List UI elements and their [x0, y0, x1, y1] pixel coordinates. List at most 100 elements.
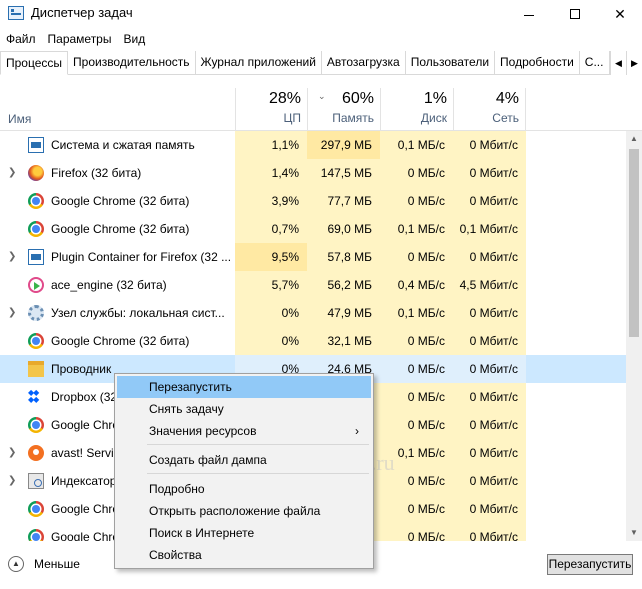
- network-cell: 0 Мбит/с: [453, 159, 526, 187]
- cpu-total: 28%: [268, 90, 301, 107]
- memory-cell: 69,0 МБ: [307, 215, 380, 243]
- ctx-create-dump[interactable]: Создать файл дампа: [117, 449, 371, 471]
- chevron-left-icon: ◀: [615, 57, 622, 68]
- table-row[interactable]: Google Chrome (32 бита) 3,9% 77,7 МБ 0 М…: [0, 187, 626, 215]
- network-cell: 0 Мбит/с: [453, 495, 526, 523]
- tab-services[interactable]: С...: [580, 51, 610, 75]
- ctx-resource-values[interactable]: Значения ресурсов ›: [117, 420, 371, 442]
- tab-app-history[interactable]: Журнал приложений: [196, 51, 322, 75]
- minimize-icon: [524, 14, 534, 16]
- ctx-restart[interactable]: Перезапустить: [117, 376, 371, 398]
- network-cell: 0 Мбит/с: [453, 467, 526, 495]
- window-title: Диспетчер задач: [31, 5, 133, 20]
- chrome-icon: [28, 417, 44, 433]
- table-row[interactable]: ❯ Firefox (32 бита) 1,4% 147,5 МБ 0 МБ/с…: [0, 159, 626, 187]
- tab-details[interactable]: Подробности: [495, 51, 580, 75]
- expand-chevron-icon[interactable]: ❯: [8, 447, 16, 458]
- column-disk[interactable]: 1% Диск: [380, 88, 453, 131]
- tab-users[interactable]: Пользователи: [406, 51, 496, 75]
- disk-cell: 0 МБ/с: [380, 411, 453, 439]
- chrome-icon: [28, 193, 44, 209]
- cpu-cell: 1,1%: [235, 131, 307, 159]
- disk-total: 1%: [423, 90, 447, 107]
- table-row[interactable]: Система и сжатая память 1,1% 297,9 МБ 0,…: [0, 131, 626, 159]
- tab-scroll-right[interactable]: ▶: [626, 51, 642, 75]
- process-name: Google Chrome (32 бита): [51, 194, 190, 208]
- network-cell: 0 Мбит/с: [453, 355, 526, 383]
- chrome-icon: [28, 221, 44, 237]
- tab-performance[interactable]: Производительность: [68, 51, 196, 75]
- process-name: Узел службы: локальная сист...: [51, 306, 225, 320]
- collapse-up-icon[interactable]: ▲: [8, 556, 24, 572]
- ctx-search-online[interactable]: Поиск в Интернете: [117, 522, 371, 544]
- network-cell: 0 Мбит/с: [453, 411, 526, 439]
- firefox-icon: [28, 165, 44, 181]
- scroll-up-icon[interactable]: ▲: [626, 131, 642, 147]
- ctx-open-file-location[interactable]: Открыть расположение файла: [117, 500, 371, 522]
- menu-view[interactable]: Вид: [117, 30, 151, 48]
- cpu-cell: 5,7%: [235, 271, 307, 299]
- table-row[interactable]: ❯ Plugin Container for Firefox (32 ... 9…: [0, 243, 626, 271]
- table-row[interactable]: ace_engine (32 бита) 5,7% 56,2 МБ 0,4 МБ…: [0, 271, 626, 299]
- process-name: Google Chrome (32 бита): [51, 222, 190, 236]
- process-name: Plugin Container for Firefox (32 ...: [51, 250, 232, 264]
- chrome-icon: [28, 333, 44, 349]
- process-name: ace_engine (32 бита): [51, 278, 167, 292]
- cpu-cell: 0%: [235, 299, 307, 327]
- ctx-resource-values-label: Значения ресурсов: [149, 424, 257, 438]
- title-bar: Диспетчер задач ✕: [0, 0, 642, 28]
- disk-cell: 0 МБ/с: [380, 159, 453, 187]
- process-name: Индексатор: [51, 474, 117, 488]
- plugin-container-icon: [28, 249, 44, 265]
- restart-button[interactable]: Перезапустить: [547, 554, 633, 575]
- memory-cell: 297,9 МБ: [307, 131, 380, 159]
- disk-cell: 0,1 МБ/с: [380, 131, 453, 159]
- disk-cell: 0,4 МБ/с: [380, 271, 453, 299]
- ctx-end-task[interactable]: Снять задачу: [117, 398, 371, 420]
- network-cell: 4,5 Мбит/с: [453, 271, 526, 299]
- cpu-label: ЦП: [283, 111, 301, 125]
- column-name[interactable]: Имя: [8, 112, 31, 126]
- maximize-button[interactable]: [552, 0, 598, 28]
- cpu-cell: 1,4%: [235, 159, 307, 187]
- memory-label: Память: [332, 111, 374, 125]
- close-button[interactable]: ✕: [597, 0, 642, 28]
- column-network[interactable]: 4% Сеть: [453, 88, 526, 131]
- process-name: Google Chro: [51, 530, 120, 541]
- ctx-properties[interactable]: Свойства: [117, 544, 371, 566]
- tab-scroll-left[interactable]: ◀: [610, 51, 626, 75]
- expand-chevron-icon[interactable]: ❯: [8, 251, 16, 262]
- column-cpu[interactable]: 28% ЦП: [235, 88, 307, 131]
- cpu-cell: 0,7%: [235, 215, 307, 243]
- process-name: Google Chro: [51, 418, 120, 432]
- menu-file[interactable]: Файл: [0, 30, 42, 48]
- process-name: Проводник: [51, 362, 112, 376]
- table-row[interactable]: ❯ Узел службы: локальная сист... 0% 47,9…: [0, 299, 626, 327]
- menu-options[interactable]: Параметры: [42, 30, 118, 48]
- expand-chevron-icon[interactable]: ❯: [8, 475, 16, 486]
- fewer-details-link[interactable]: Меньше: [34, 557, 80, 571]
- cpu-cell: 9,5%: [235, 243, 307, 271]
- network-cell: 0 Мбит/с: [453, 131, 526, 159]
- scroll-down-icon[interactable]: ▼: [626, 525, 642, 541]
- avast-icon: [28, 445, 44, 461]
- table-row[interactable]: Google Chrome (32 бита) 0,7% 69,0 МБ 0,1…: [0, 215, 626, 243]
- memory-cell: 47,9 МБ: [307, 299, 380, 327]
- expand-chevron-icon[interactable]: ❯: [8, 167, 16, 178]
- submenu-arrow-icon: ›: [355, 424, 359, 438]
- network-cell: 0 Мбит/с: [453, 243, 526, 271]
- ctx-details[interactable]: Подробно: [117, 478, 371, 500]
- disk-cell: 0 МБ/с: [380, 355, 453, 383]
- scrollbar-thumb[interactable]: [629, 149, 639, 337]
- vertical-scrollbar[interactable]: ▲ ▼: [626, 131, 642, 541]
- process-name: Dropbox (32: [51, 390, 118, 404]
- table-row[interactable]: Google Chrome (32 бита) 0% 32,1 МБ 0 МБ/…: [0, 327, 626, 355]
- memory-cell: 77,7 МБ: [307, 187, 380, 215]
- memory-cell: 56,2 МБ: [307, 271, 380, 299]
- minimize-button[interactable]: [506, 0, 552, 28]
- disk-cell: 0 МБ/с: [380, 243, 453, 271]
- tab-processes[interactable]: Процессы: [0, 51, 69, 75]
- disk-cell: 0 МБ/с: [380, 187, 453, 215]
- tab-startup[interactable]: Автозагрузка: [322, 51, 406, 75]
- expand-chevron-icon[interactable]: ❯: [8, 307, 16, 318]
